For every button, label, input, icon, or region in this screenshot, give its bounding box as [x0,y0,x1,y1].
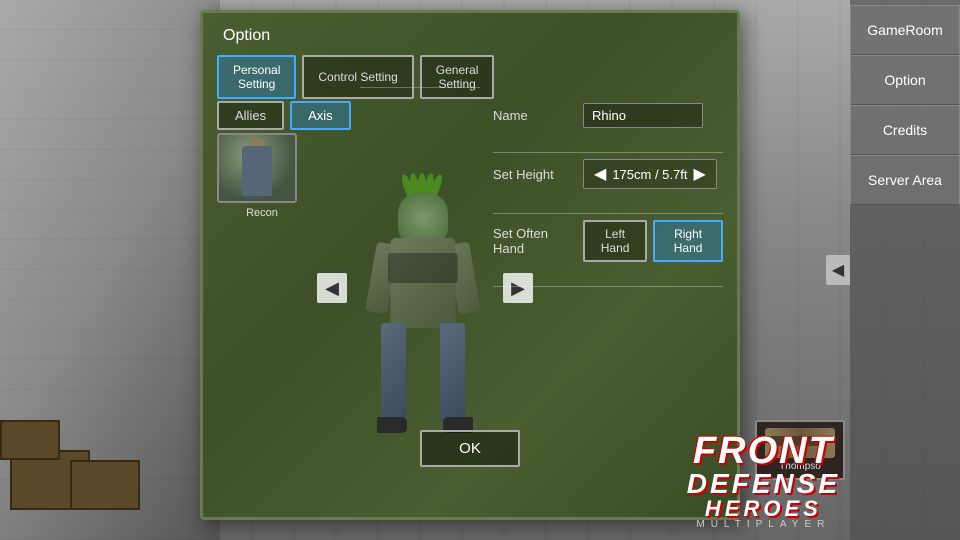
faction-allies-btn[interactable]: Allies [217,101,284,130]
height-control: ◀ 175cm / 5.7ft ▶ [583,159,717,189]
char-thumb-figure [242,146,272,196]
name-row: Name [493,103,723,128]
name-label: Name [493,108,573,123]
logo-heroes: HEROES [687,498,840,520]
right-hand-btn[interactable]: Right Hand [653,220,723,262]
sidebar-server-area-btn[interactable]: Server Area [850,155,960,205]
divider-2 [493,213,723,214]
height-decrease-btn[interactable]: ◀ [594,164,606,184]
soldier-body [391,238,456,328]
name-input[interactable] [583,103,703,128]
tab-control-setting[interactable]: Control Setting [302,55,413,99]
tabs-row: PersonalSetting Control Setting GeneralS… [217,55,494,99]
tab-personal-setting[interactable]: PersonalSetting [217,55,296,99]
soldier-left-leg [381,323,406,423]
sidebar-option-btn[interactable]: Option [850,55,960,105]
height-increase-btn[interactable]: ▶ [693,164,705,184]
right-sidebar: GameRoom Option Credits Server Area [850,0,960,540]
hand-label: Set Often Hand [493,226,573,256]
tab-general-setting[interactable]: GeneralSetting [420,55,495,99]
soldier-left-boot [377,417,407,433]
hand-row: Set Often Hand Left Hand Right Hand [493,220,723,262]
height-value: 175cm / 5.7ft [612,167,687,182]
character-preview: Recon [217,133,307,219]
settings-area: Name Set Height ◀ 175cm / 5.7ft ▶ Set Of… [493,55,723,293]
logo-defense: DEFENSE [687,470,840,498]
character-class-label: Recon [217,207,307,219]
sidebar-expand-arrow[interactable]: ◀ [826,255,850,285]
crate [0,420,60,460]
left-hand-btn[interactable]: Left Hand [583,220,647,262]
sidebar-gameroom-btn[interactable]: GameRoom [850,5,960,55]
ok-button[interactable]: OK [420,430,520,467]
soldier-head [398,193,448,243]
soldier-gear [388,253,458,283]
divider-3 [493,286,723,287]
logo-front: FRONT [687,432,840,470]
hand-buttons: Left Hand Right Hand [583,220,723,262]
game-logo: FRONT DEFENSE HEROES MULTIPLAYER [687,432,840,530]
crate [70,460,140,510]
character-thumbnail[interactable] [217,133,297,203]
divider-1 [493,152,723,153]
soldier-right-leg [440,323,465,423]
panel-title: Option [223,27,270,45]
sidebar-credits-btn[interactable]: Credits [850,105,960,155]
height-row: Set Height ◀ 175cm / 5.7ft ▶ [493,159,723,189]
character-prev-arrow[interactable]: ◀ [317,273,347,303]
tab-divider [360,87,480,88]
height-label: Set Height [493,167,573,182]
main-options-panel: Option PersonalSetting Control Setting G… [200,10,740,520]
logo-subtitle: MULTIPLAYER [687,520,840,530]
